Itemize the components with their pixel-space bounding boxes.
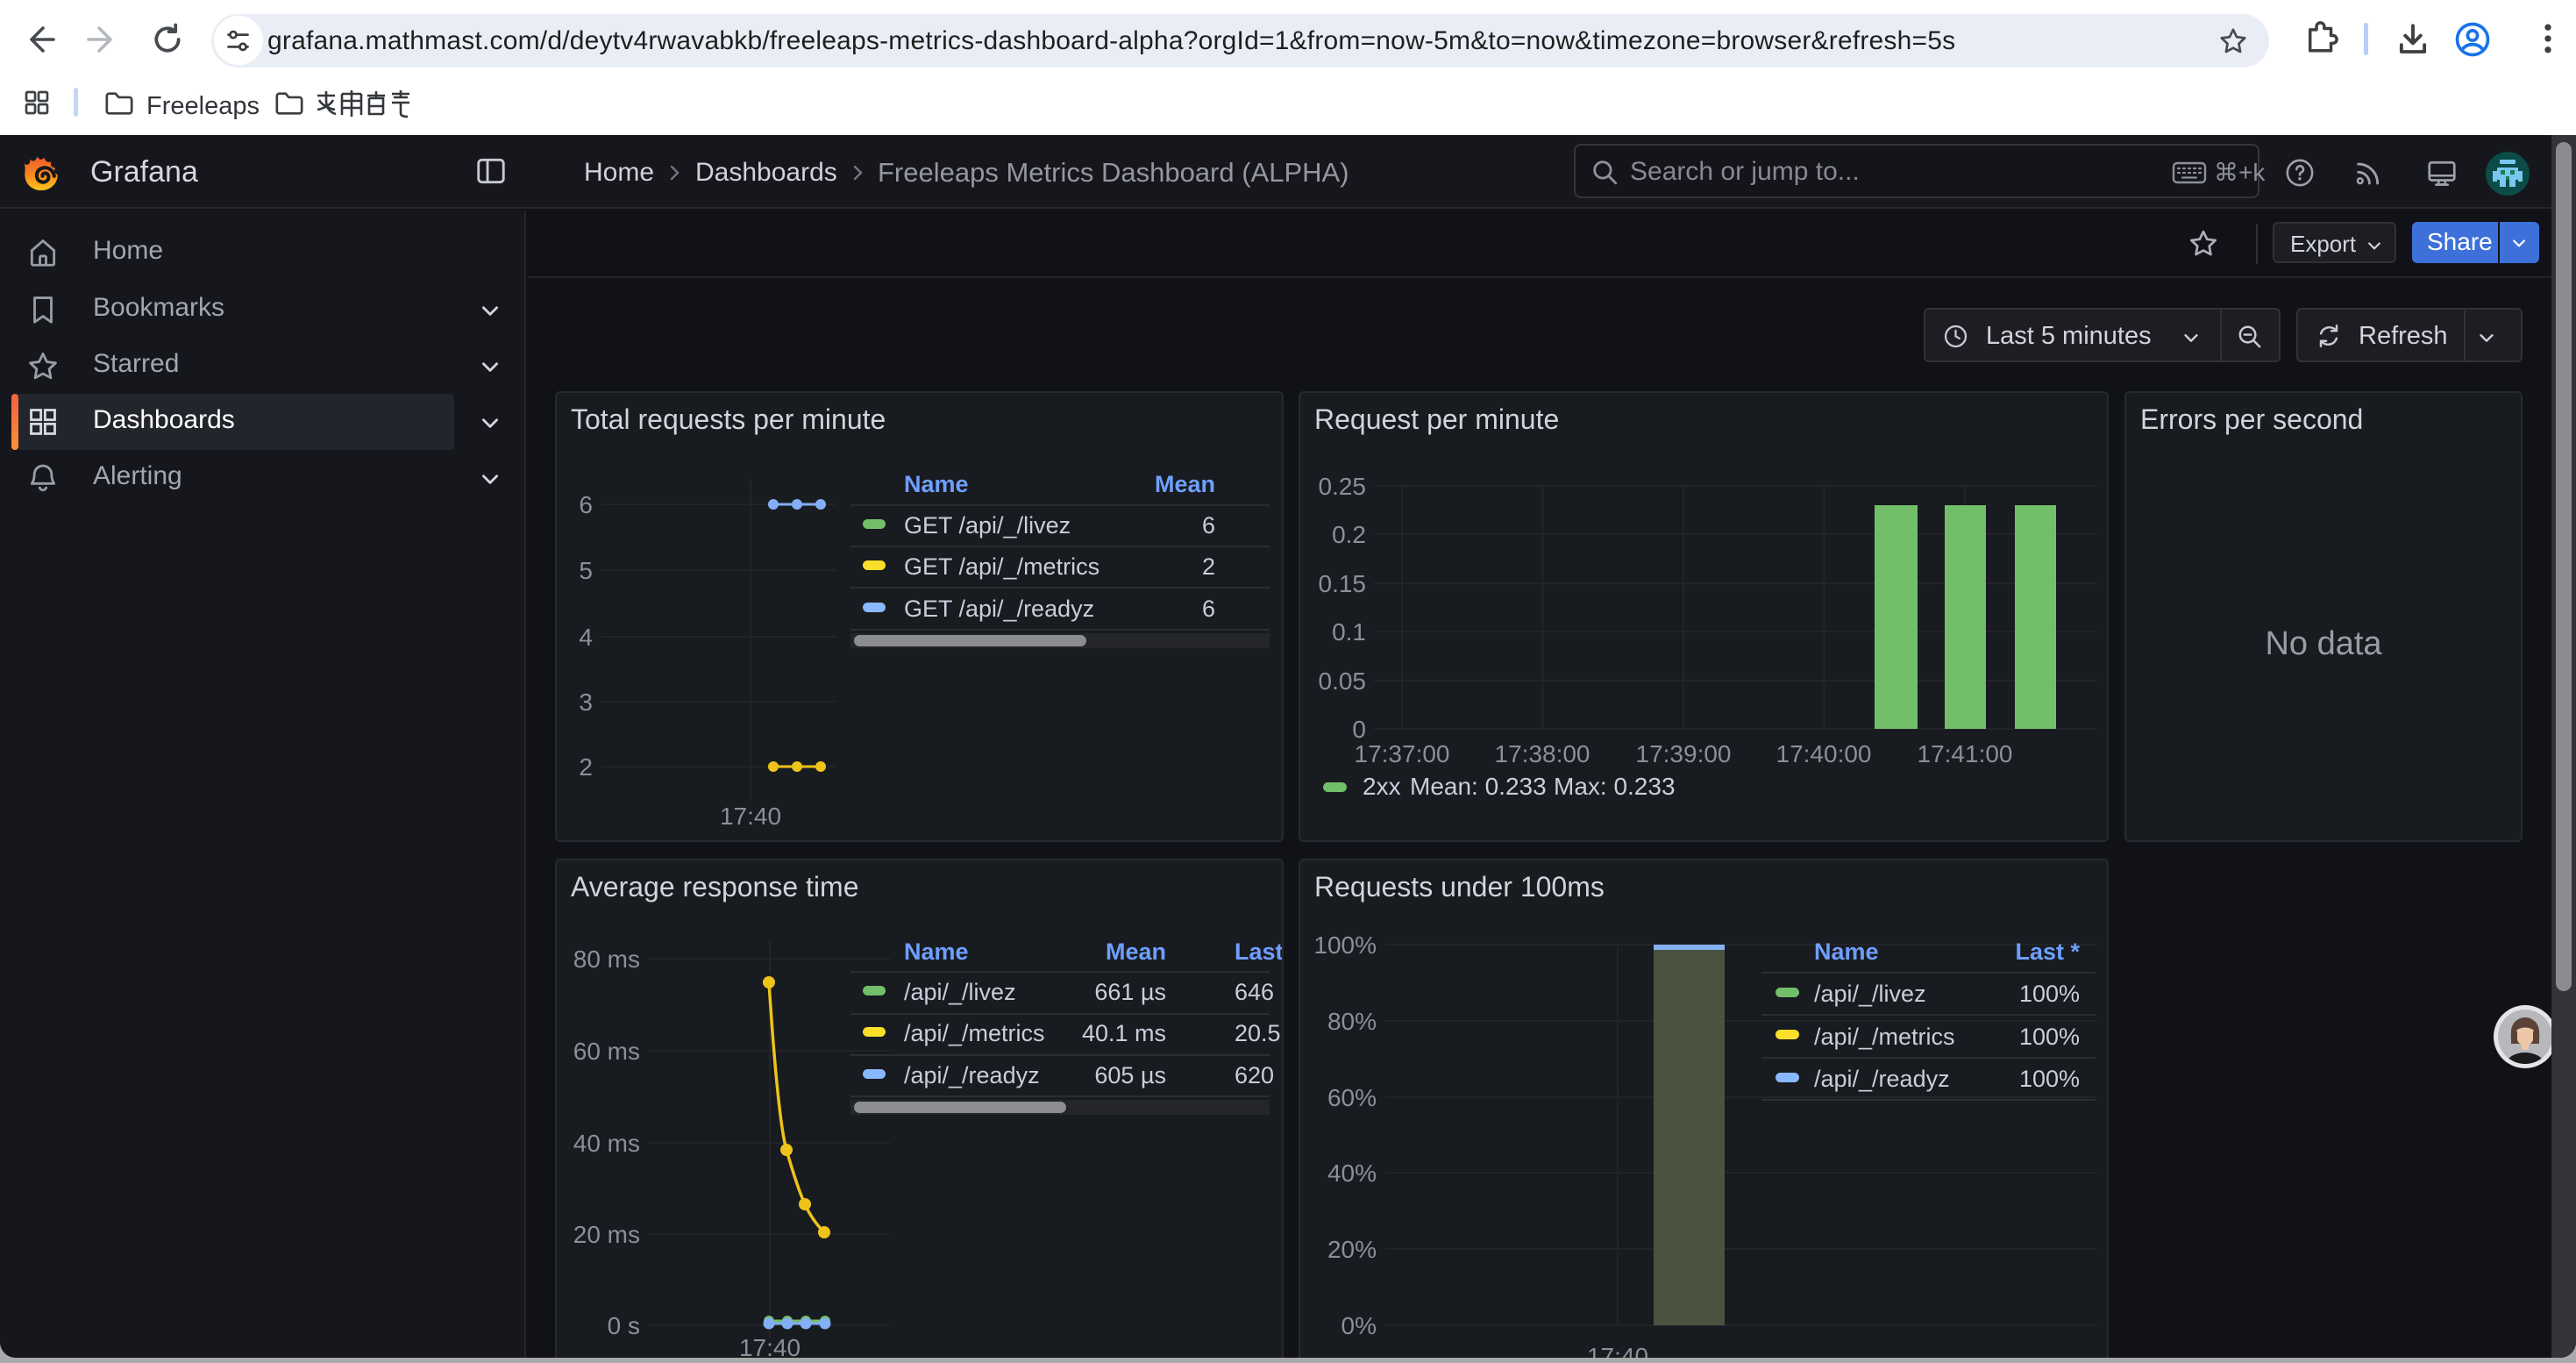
svg-text:5: 5: [579, 557, 593, 584]
svg-text:0: 0: [1352, 716, 1366, 743]
svg-text:Name: Name: [904, 938, 969, 965]
svg-text:6: 6: [1202, 596, 1215, 622]
svg-text:Mean: 0.233: Mean: 0.233: [1410, 773, 1547, 800]
svg-text:20.5 m: 20.5 m: [1235, 1020, 1282, 1046]
svg-text:0.15: 0.15: [1319, 570, 1367, 597]
svg-text:/api/_/readyz: /api/_/readyz: [1814, 1066, 1950, 1092]
svg-text:100%: 100%: [2019, 1024, 2080, 1050]
svg-text:0%: 0%: [1341, 1312, 1377, 1339]
svg-text:40.1 ms: 40.1 ms: [1082, 1020, 1166, 1046]
svg-text:GET /api/_/metrics: GET /api/_/metrics: [904, 553, 1099, 580]
svg-text:17:40:00: 17:40:00: [1776, 740, 1872, 767]
svg-text:80%: 80%: [1327, 1008, 1377, 1035]
svg-text:/api/_/livez: /api/_/livez: [1814, 981, 1926, 1007]
svg-text:60 ms: 60 ms: [573, 1038, 640, 1065]
svg-text:40 ms: 40 ms: [573, 1130, 640, 1157]
svg-text:3: 3: [579, 689, 593, 716]
svg-text:0.1: 0.1: [1332, 618, 1366, 646]
svg-text:17:41:00: 17:41:00: [1918, 740, 2013, 767]
svg-text:20 ms: 20 ms: [573, 1221, 640, 1248]
svg-text:GET /api/_/readyz: GET /api/_/readyz: [904, 596, 1094, 622]
svg-text:17:39:00: 17:39:00: [1636, 740, 1732, 767]
svg-text:/api/_/metrics: /api/_/metrics: [1814, 1024, 1955, 1050]
svg-text:Name: Name: [1814, 938, 1879, 965]
svg-text:Name: Name: [904, 471, 969, 497]
svg-text:100%: 100%: [2019, 981, 2080, 1007]
svg-text:/api/_/metrics: /api/_/metrics: [904, 1020, 1045, 1046]
svg-text:17:38:00: 17:38:00: [1495, 740, 1590, 767]
svg-text:Last *: Last *: [2015, 938, 2080, 965]
svg-text:100%: 100%: [2019, 1066, 2080, 1092]
svg-text:17:40: 17:40: [720, 803, 781, 830]
svg-text:2: 2: [1202, 553, 1215, 580]
svg-text:0.25: 0.25: [1319, 473, 1367, 500]
svg-text:0 s: 0 s: [608, 1312, 640, 1339]
svg-text:GET /api/_/livez: GET /api/_/livez: [904, 512, 1071, 539]
svg-text:646: 646: [1235, 979, 1274, 1005]
svg-text:80 ms: 80 ms: [573, 946, 640, 973]
svg-text:Last *: Last *: [1235, 938, 1282, 965]
svg-text:0.2: 0.2: [1332, 521, 1366, 548]
svg-text:2xx: 2xx: [1363, 773, 1401, 800]
svg-text:661 µs: 661 µs: [1094, 979, 1166, 1005]
svg-text:6: 6: [579, 491, 593, 518]
svg-text:6: 6: [1202, 512, 1215, 539]
svg-text:Max: 0.233: Max: 0.233: [1554, 773, 1676, 800]
svg-text:/api/_/livez: /api/_/livez: [904, 979, 1016, 1005]
svg-text:0.05: 0.05: [1319, 667, 1367, 695]
svg-text:605 µs: 605 µs: [1094, 1062, 1166, 1088]
svg-text:620: 620: [1235, 1062, 1274, 1088]
svg-text:4: 4: [579, 624, 593, 651]
svg-text:Mean: Mean: [1155, 471, 1215, 497]
svg-text:17:37:00: 17:37:00: [1355, 740, 1450, 767]
svg-text:17:40: 17:40: [1587, 1343, 1648, 1358]
svg-text:40%: 40%: [1327, 1160, 1377, 1187]
svg-text:100%: 100%: [1313, 931, 1377, 959]
svg-text:60%: 60%: [1327, 1084, 1377, 1111]
svg-text:20%: 20%: [1327, 1236, 1377, 1263]
svg-text:17:40: 17:40: [739, 1334, 801, 1358]
svg-text:2: 2: [579, 753, 593, 781]
svg-text:/api/_/readyz: /api/_/readyz: [904, 1062, 1040, 1088]
svg-text:Mean: Mean: [1106, 938, 1166, 965]
